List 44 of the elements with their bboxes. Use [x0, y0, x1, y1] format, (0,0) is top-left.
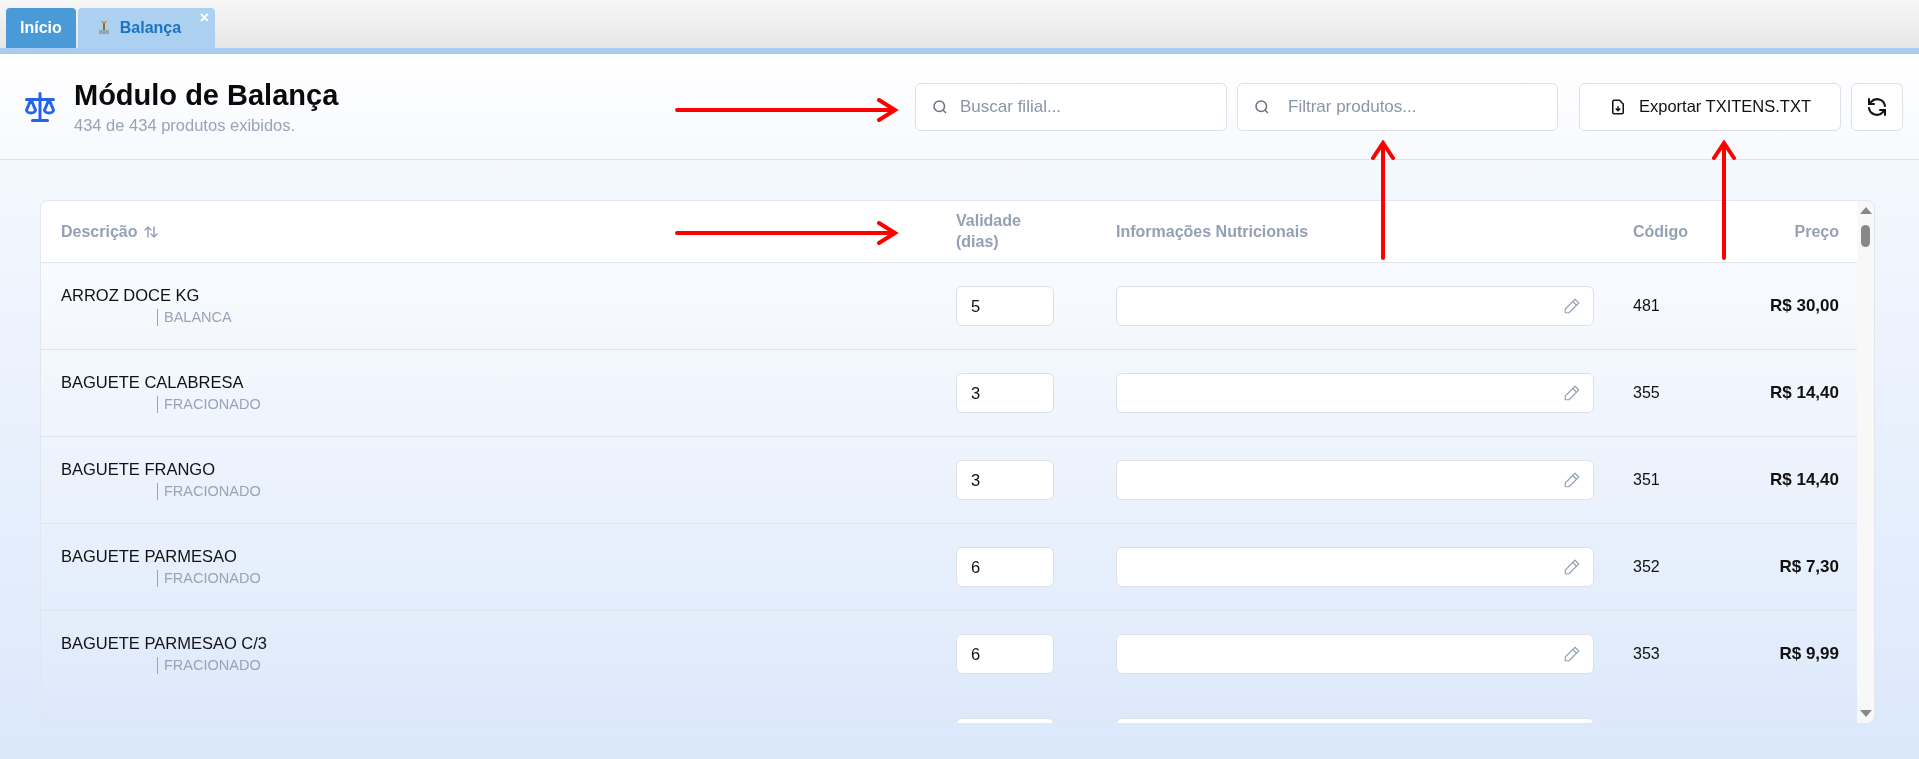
nutrition-field[interactable]	[1116, 634, 1594, 674]
branch-search-field[interactable]: Buscar filial...	[915, 82, 1227, 131]
product-code: 355	[1633, 384, 1661, 402]
product-name: BAGUETE PARMESAO C/3	[61, 634, 268, 653]
product-name: BAGUETE PARMESAO	[61, 547, 238, 566]
product-name: BAGUETE FRANGO	[61, 460, 217, 479]
product-price: R$ 30,00	[1769, 296, 1840, 316]
pencil-icon	[1563, 645, 1581, 663]
nutrition-field[interactable]	[1116, 286, 1594, 326]
column-header: Informações Nutricionais	[1116, 222, 1309, 241]
product-price: R$ 7,30	[1778, 557, 1840, 577]
product-price: R$ 14,40	[1769, 383, 1840, 403]
pencil-icon	[1563, 297, 1581, 315]
pencil-icon	[1563, 471, 1581, 489]
column-header: Código	[1633, 222, 1689, 241]
column-header: Validade (dias)	[956, 210, 1022, 252]
column-header: Preço	[1794, 222, 1839, 241]
scrollbar[interactable]	[1857, 201, 1874, 723]
product-code: 353	[1633, 645, 1661, 663]
validity-input[interactable]: 6	[956, 547, 1054, 587]
product-price: R$ 14,40	[1769, 470, 1840, 490]
pencil-icon	[1563, 558, 1581, 576]
pencil-icon	[1563, 384, 1581, 402]
search-icon	[1253, 97, 1271, 116]
sort-icon[interactable]	[142, 223, 159, 240]
export-button[interactable]: Exportar TXITENS.TXT	[1579, 82, 1841, 131]
validity-input[interactable]: 3	[956, 373, 1054, 413]
validity-input[interactable]: 5	[956, 286, 1054, 326]
product-filter-field[interactable]: Filtrar produtos...	[1237, 82, 1558, 131]
nutrition-field[interactable]	[1116, 460, 1594, 500]
nutrition-field[interactable]	[1116, 373, 1594, 413]
product-name: ARROZ DOCE KG	[61, 286, 201, 305]
product-price: R$ 9,99	[1778, 644, 1840, 664]
validity-input[interactable]: 6	[956, 634, 1054, 674]
validity-input[interactable]: 3	[956, 460, 1054, 500]
nutrition-field[interactable]	[1116, 547, 1594, 587]
product-name: BAGUETE CALABRESA	[61, 373, 245, 392]
page-title: Módulo de Balança	[74, 78, 339, 112]
product-count: 434 de 434 produtos exibidos.	[74, 115, 297, 135]
refresh-button[interactable]	[1851, 82, 1903, 131]
search-icon	[931, 97, 949, 116]
product-code: 351	[1633, 471, 1661, 489]
product-code: 352	[1633, 558, 1661, 576]
product-code: 481	[1633, 297, 1661, 315]
